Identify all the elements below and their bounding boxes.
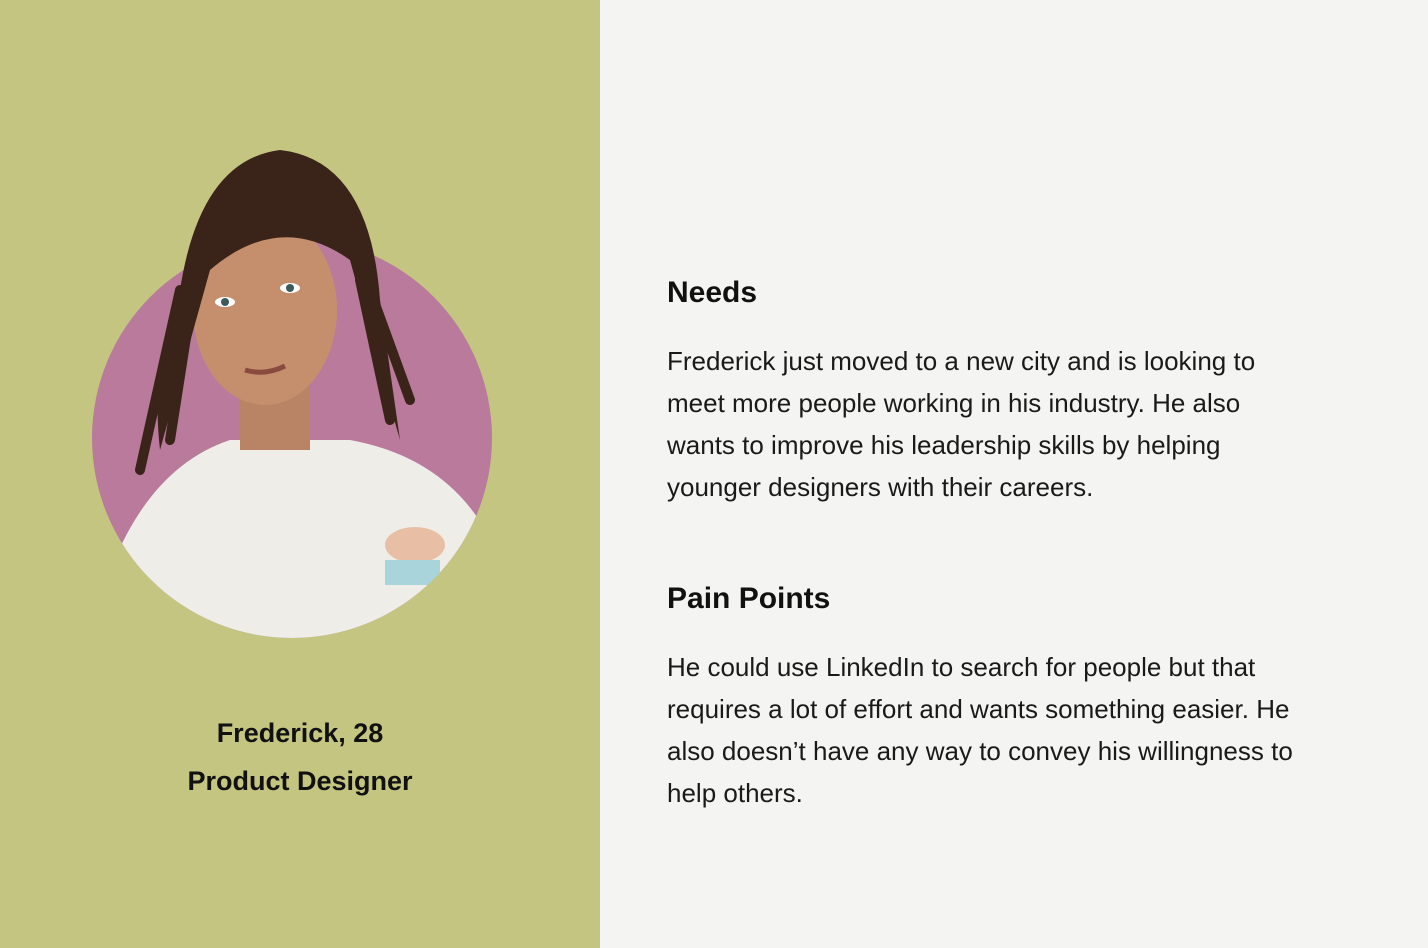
needs-body: Frederick just moved to a new city and i…	[667, 346, 1256, 502]
pain-points-heading: Pain Points	[667, 582, 831, 615]
persona-details: Needs Frederick just moved to a new city…	[600, 0, 1428, 948]
persona-name-age: Frederick, 28	[216, 718, 384, 748]
needs-heading: Needs	[667, 276, 758, 309]
persona-role: Product Designer	[187, 766, 413, 796]
persona-photo	[92, 150, 492, 638]
persona-panel: Frederick, 28 Product Designer	[0, 0, 600, 948]
pain-points-body: He could use LinkedIn to search for peop…	[667, 652, 1293, 808]
